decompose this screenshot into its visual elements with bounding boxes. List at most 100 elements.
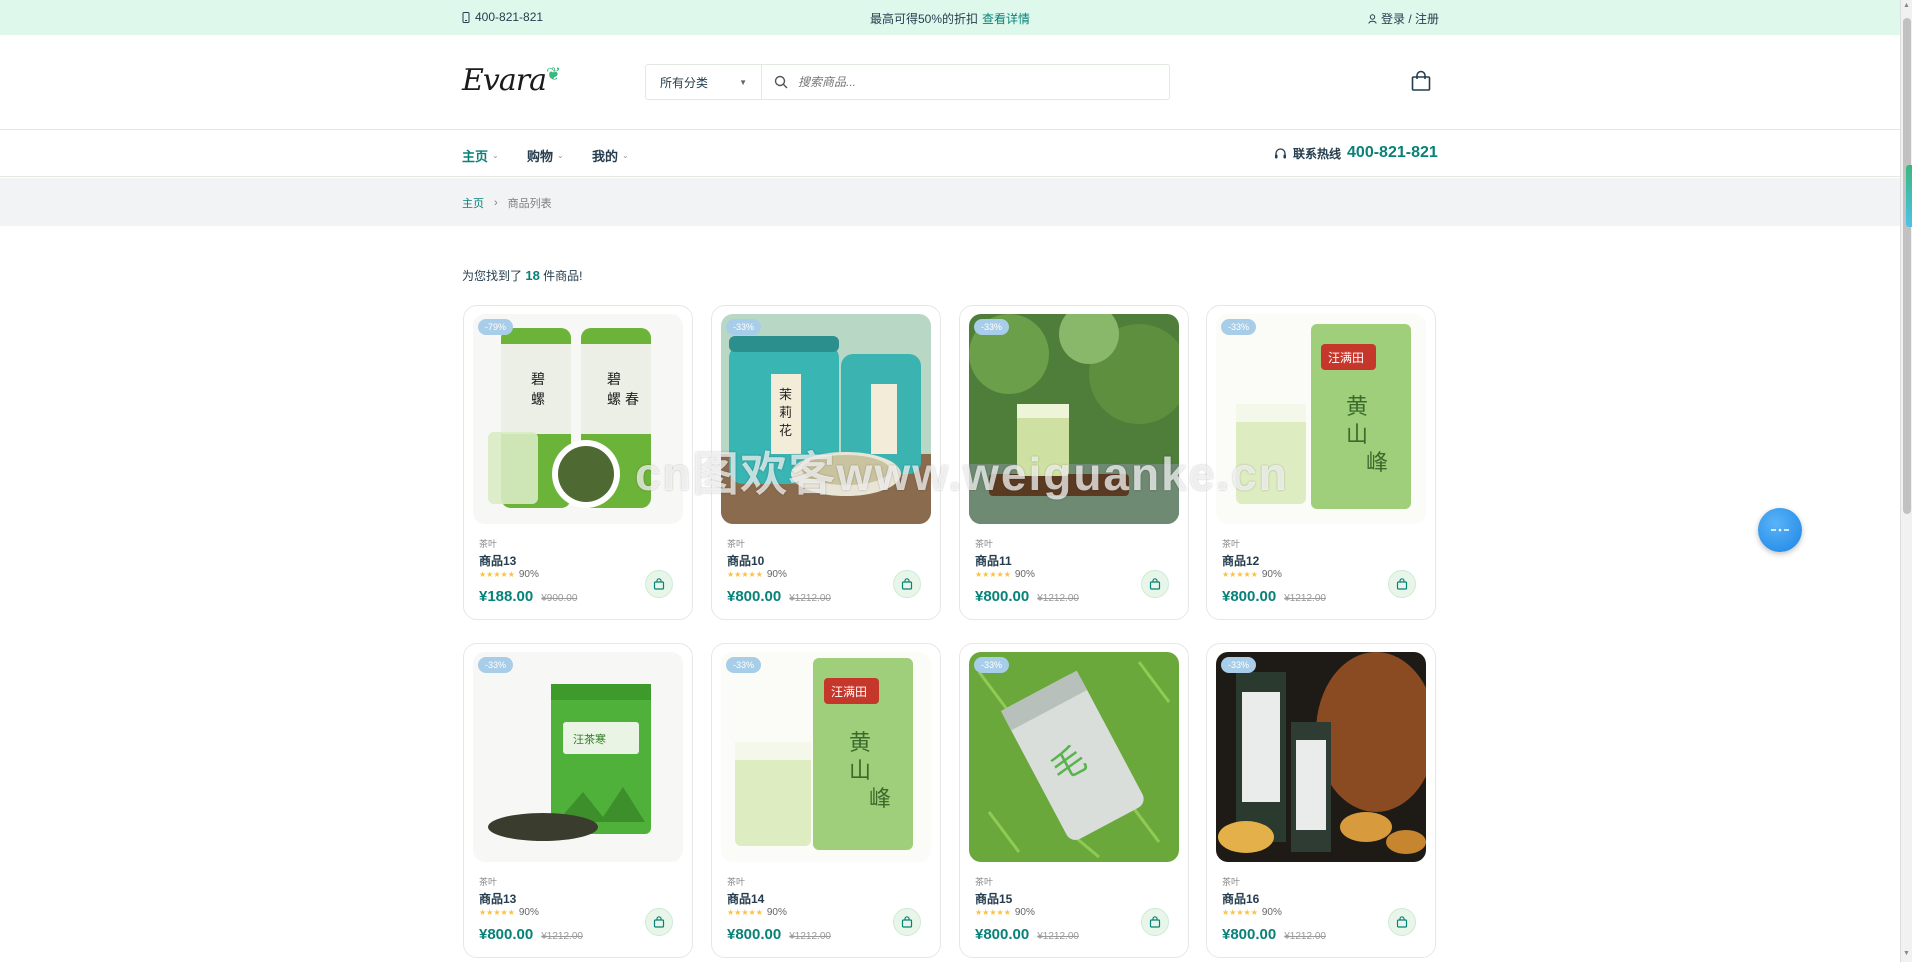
svg-text:峰: 峰: [1366, 451, 1388, 476]
product-name[interactable]: 商品11: [975, 552, 1012, 569]
product-category[interactable]: 茶叶: [479, 537, 497, 550]
breadcrumb-bar: 主页 › 商品列表: [0, 178, 1900, 226]
product-price: ¥800.00 ¥1212.00: [727, 588, 831, 605]
nav-item-mine[interactable]: 我的 ⌄: [592, 146, 629, 165]
rating-value: 90%: [1261, 569, 1282, 580]
add-to-cart-button[interactable]: [1141, 908, 1169, 936]
add-to-cart-button[interactable]: [1388, 908, 1416, 936]
nav-item-home[interactable]: 主页 ⌄: [462, 146, 499, 165]
hotline: 联系热线 400-821-821: [1274, 144, 1438, 162]
product-category[interactable]: 茶叶: [975, 537, 993, 550]
cart-add-icon: [1149, 578, 1161, 590]
cart-button[interactable]: [1410, 70, 1432, 95]
product-card[interactable]: -33% 茶叶 商品16 ★★★★★ 90% ¥800.00 ¥1212.00: [1206, 643, 1436, 958]
hotline-number[interactable]: 400-821-821: [1347, 144, 1438, 162]
add-to-cart-button[interactable]: [1388, 570, 1416, 598]
product-image[interactable]: 毛: [969, 652, 1179, 862]
add-to-cart-button[interactable]: [893, 908, 921, 936]
caret-down-icon: ▼: [739, 77, 747, 87]
product-category[interactable]: 茶叶: [479, 875, 497, 888]
current-price: ¥800.00: [1222, 926, 1277, 943]
add-to-cart-button[interactable]: [645, 570, 673, 598]
product-name[interactable]: 商品12: [1222, 552, 1259, 569]
promo-link[interactable]: 查看详情: [982, 12, 1030, 26]
nav-item-label: 主页: [462, 149, 489, 164]
add-to-cart-button[interactable]: [1141, 570, 1169, 598]
product-card[interactable]: -33% 毛茶叶 商品15 ★★★★★ 90% ¥800.00 ¥1212.00: [959, 643, 1189, 958]
discount-badge: -33%: [1221, 319, 1257, 335]
discount-badge: -33%: [726, 319, 762, 335]
old-price: ¥1212.00: [1284, 931, 1326, 942]
product-price: ¥800.00 ¥1212.00: [975, 926, 1079, 943]
old-price: ¥1212.00: [541, 931, 583, 942]
product-image[interactable]: 汪茶寒: [473, 652, 683, 862]
product-category[interactable]: 茶叶: [975, 875, 993, 888]
side-tab[interactable]: [1906, 165, 1912, 227]
product-category[interactable]: 茶叶: [1222, 537, 1240, 550]
top-bar: 400-821-821 最高可得50%的折扣 查看详情 登录 / 注册: [0, 0, 1900, 35]
svg-text:山: 山: [849, 759, 871, 784]
rating-value: 90%: [518, 569, 539, 580]
discount-badge: -33%: [974, 657, 1010, 673]
nav-item-label: 购物: [527, 149, 554, 164]
headset-icon: [1275, 147, 1286, 158]
product-image[interactable]: 汪满田黄山峰: [721, 652, 931, 862]
rating-value: 90%: [1014, 569, 1035, 580]
add-to-cart-button[interactable]: [893, 570, 921, 598]
product-name[interactable]: 商品15: [975, 890, 1012, 907]
star-rating-icon: ★★★★★: [479, 570, 515, 579]
scrollbar[interactable]: ▲ ▼: [1900, 0, 1912, 962]
auth-link[interactable]: 登录 / 注册: [1368, 10, 1439, 27]
discount-badge: -79%: [478, 319, 514, 335]
logo[interactable]: Evara❦: [462, 63, 561, 98]
nav-item-shop[interactable]: 购物 ⌄: [527, 146, 564, 165]
svg-text:碧: 碧: [531, 372, 545, 388]
breadcrumb-home[interactable]: 主页: [462, 195, 484, 211]
scroll-down-icon[interactable]: ▼: [1903, 950, 1910, 957]
discount-badge: -33%: [726, 657, 762, 673]
product-name[interactable]: 商品10: [727, 552, 764, 569]
add-to-cart-button[interactable]: [645, 908, 673, 936]
old-price: ¥1212.00: [789, 931, 831, 942]
product-name[interactable]: 商品16: [1222, 890, 1259, 907]
product-rating: ★★★★★ 90%: [727, 569, 787, 580]
topbar-promo: 最高可得50%的折扣 查看详情: [0, 10, 1900, 27]
product-price: ¥800.00 ¥1212.00: [727, 926, 831, 943]
product-price: ¥800.00 ¥1212.00: [1222, 588, 1326, 605]
cart-add-icon: [901, 578, 913, 590]
search-input[interactable]: [798, 75, 1158, 89]
chevron-down-icon: ⌄: [492, 151, 499, 160]
cart-add-icon: [1396, 916, 1408, 928]
current-price: ¥800.00: [727, 926, 782, 943]
product-category[interactable]: 茶叶: [727, 875, 745, 888]
category-select[interactable]: 所有分类 ▼: [646, 65, 762, 99]
nav-item-label: 我的: [592, 149, 619, 164]
product-category[interactable]: 茶叶: [727, 537, 745, 550]
svg-text:峰: 峰: [869, 787, 891, 812]
results-suffix: 件商品!: [543, 269, 583, 283]
watermark: cn图欢客www.weiguanke.cn: [635, 448, 1289, 500]
current-price: ¥800.00: [975, 588, 1030, 605]
floating-service-button[interactable]: [1758, 508, 1802, 552]
auth-label: 登录 / 注册: [1381, 12, 1440, 26]
scrollbar-thumb[interactable]: [1903, 18, 1911, 514]
rating-value: 90%: [518, 907, 539, 918]
search-icon[interactable]: [774, 75, 788, 89]
product-image[interactable]: [1216, 652, 1426, 862]
product-card[interactable]: -33% 汪茶寒 茶叶 商品13 ★★★★★ 90% ¥800.00 ¥1212.00: [463, 643, 693, 958]
breadcrumb-separator-icon: ›: [494, 197, 498, 209]
star-rating-icon: ★★★★★: [727, 908, 763, 917]
product-name[interactable]: 商品13: [479, 890, 516, 907]
svg-text:汪满田: 汪满田: [1328, 351, 1364, 365]
logo-text: Evara: [462, 63, 547, 98]
product-name[interactable]: 商品13: [479, 552, 516, 569]
svg-text:碧: 碧: [607, 372, 621, 388]
rating-value: 90%: [1261, 907, 1282, 918]
product-card[interactable]: -33% 汪满田黄山峰茶叶 商品14 ★★★★★ 90% ¥800.00 ¥1212.00: [711, 643, 941, 958]
product-category[interactable]: 茶叶: [1222, 875, 1240, 888]
product-name[interactable]: 商品14: [727, 890, 764, 907]
product-price: ¥800.00 ¥1212.00: [1222, 926, 1326, 943]
svg-text:汪满田: 汪满田: [831, 685, 867, 699]
svg-text:莉: 莉: [779, 406, 792, 421]
scroll-up-icon[interactable]: ▲: [1903, 2, 1910, 9]
